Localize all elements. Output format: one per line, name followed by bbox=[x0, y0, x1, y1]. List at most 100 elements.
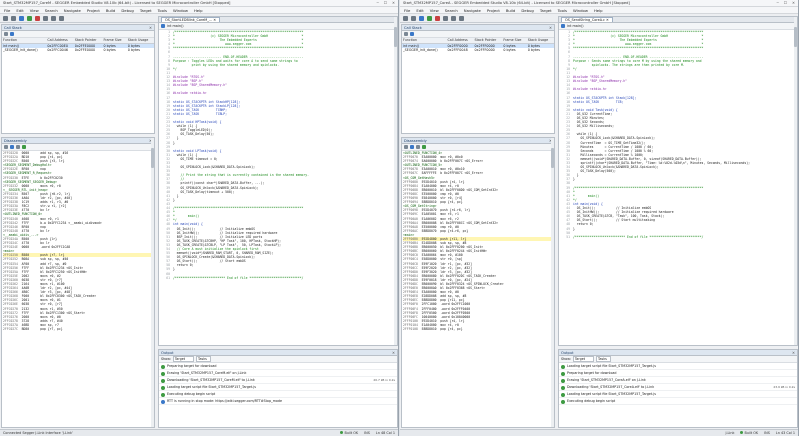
show-dropdown[interactable]: Target bbox=[572, 356, 595, 362]
filter-icon[interactable] bbox=[4, 145, 8, 149]
disassembly-line[interactable]: 2FFC027C BD80 pop {r7, pc} bbox=[3, 327, 154, 331]
connection-status[interactable]: Connected Segger J-Link Interface ‘J-Lin… bbox=[3, 431, 73, 435]
close-icon[interactable]: ✕ bbox=[392, 1, 395, 5]
refresh-icon[interactable] bbox=[10, 32, 14, 36]
menu-project[interactable]: Project bbox=[87, 8, 100, 13]
output-entry[interactable]: Downloading 'Start_STM32MP157_CoreA.elf'… bbox=[559, 384, 797, 391]
connection-status[interactable]: J-Link bbox=[725, 431, 734, 435]
go-icon[interactable] bbox=[27, 15, 32, 21]
output-entry[interactable]: Preparing target for download Completed bbox=[559, 370, 797, 377]
vertical-scrollbar[interactable] bbox=[551, 138, 554, 427]
step-into-icon[interactable] bbox=[43, 15, 48, 21]
new-file-icon[interactable] bbox=[3, 15, 8, 21]
output-entry[interactable]: Executing debug begin script Completed bbox=[159, 391, 397, 398]
output-entry[interactable]: Loading target script file Start_STM32MP… bbox=[559, 363, 797, 370]
menu-file[interactable]: File bbox=[404, 8, 410, 13]
settings-icon[interactable] bbox=[4, 32, 8, 36]
vertical-scrollbar[interactable] bbox=[151, 138, 154, 427]
new-file-icon[interactable] bbox=[403, 15, 408, 21]
minimize-icon[interactable]: ─ bbox=[777, 1, 779, 5]
go-icon[interactable] bbox=[427, 15, 432, 21]
output-entry[interactable]: RTT is running in stop mode: https://wik… bbox=[159, 398, 397, 405]
menu-window[interactable]: Window bbox=[573, 8, 588, 13]
step-out-icon[interactable] bbox=[59, 15, 64, 21]
menu-search[interactable]: Search bbox=[45, 8, 58, 13]
vertical-scrollbar[interactable] bbox=[394, 17, 397, 345]
menu-project[interactable]: Project bbox=[487, 8, 500, 13]
close-icon[interactable]: ✕ bbox=[792, 1, 795, 5]
code-line[interactable]: 51/*************************** End of fi… bbox=[559, 235, 797, 239]
scope-selector[interactable]: int main() bbox=[167, 24, 184, 28]
label-mode-icon[interactable] bbox=[416, 145, 420, 149]
open-file-icon[interactable] bbox=[411, 15, 416, 21]
menu-navigate[interactable]: Navigate bbox=[64, 8, 81, 13]
menu-search[interactable]: Search bbox=[445, 8, 458, 13]
menu-debug[interactable]: Debug bbox=[521, 8, 534, 13]
scope-selector[interactable]: int main() bbox=[567, 24, 584, 28]
output-entry[interactable]: Downloading 'Start_STM32MP157_CoreM.elf'… bbox=[159, 377, 397, 384]
menu-build[interactable]: Build bbox=[506, 8, 516, 13]
close-icon[interactable]: ✕ bbox=[792, 351, 797, 355]
filter-icon[interactable] bbox=[404, 145, 408, 149]
close-icon[interactable]: ✕ bbox=[392, 351, 397, 355]
table-row[interactable]: _SEGGER_init_done() 0x2FFC0046 0x2FFE000… bbox=[2, 48, 154, 53]
table-row[interactable]: _SEGGER_init_done() 0x2FFF0048 0x2FFF000… bbox=[402, 48, 554, 53]
source-code[interactable]: 1/**************************************… bbox=[559, 30, 797, 239]
disassembly-listing[interactable]: 2FFC0228 0000 add sp, sp, #16 2FFC022A BD… bbox=[2, 151, 154, 331]
minimize-icon[interactable]: ─ bbox=[377, 1, 379, 5]
menu-tools[interactable]: Tools bbox=[558, 8, 567, 13]
scrollbar-thumb[interactable] bbox=[394, 27, 397, 47]
step-into-icon[interactable] bbox=[443, 15, 448, 21]
code-line[interactable]: 61/*************************** End of fi… bbox=[159, 276, 397, 280]
output-entry[interactable]: Loading target script file Start_STM32MP… bbox=[159, 384, 397, 391]
disassembly-listing[interactable]: <OUTLINED_FUNCTION_4> 2FFF0070 E3A00000 m… bbox=[402, 151, 554, 331]
output-entry[interactable]: Preparing target for download Completed bbox=[159, 363, 397, 370]
menu-edit[interactable]: Edit bbox=[416, 8, 423, 13]
save-icon[interactable] bbox=[19, 15, 24, 21]
locate-pc-icon[interactable] bbox=[22, 145, 26, 149]
step-out-icon[interactable] bbox=[459, 15, 464, 21]
output-entry[interactable]: Erasing 'Start_STM32MP157_CoreM.elf' on … bbox=[159, 370, 397, 377]
scrollbar-thumb[interactable] bbox=[151, 148, 154, 168]
menu-tools[interactable]: Tools bbox=[158, 8, 167, 13]
scrollbar-thumb[interactable] bbox=[794, 27, 797, 47]
tasks-dropdown[interactable]: Tasks bbox=[596, 356, 611, 362]
maximize-icon[interactable]: ☐ bbox=[384, 1, 387, 5]
vertical-scrollbar[interactable] bbox=[794, 17, 797, 345]
menu-build[interactable]: Build bbox=[106, 8, 116, 13]
menu-help[interactable]: Help bbox=[594, 8, 603, 13]
editor-tab[interactable]: OS_StartLEDBlink_CoreM_... ✕ bbox=[161, 17, 221, 22]
menu-navigate[interactable]: Navigate bbox=[464, 8, 481, 13]
scrollbar-thumb[interactable] bbox=[551, 148, 554, 168]
build-status[interactable]: Built OK bbox=[740, 431, 758, 435]
menu-help[interactable]: Help bbox=[194, 8, 203, 13]
output-entry[interactable]: Loading target script file Start_STM32MP… bbox=[559, 391, 797, 398]
maximize-icon[interactable]: ☐ bbox=[784, 1, 787, 5]
menu-view[interactable]: View bbox=[430, 8, 439, 13]
source-mode-icon[interactable] bbox=[410, 145, 414, 149]
tasks-dropdown[interactable]: Tasks bbox=[196, 356, 211, 362]
settings-icon[interactable] bbox=[404, 32, 408, 36]
stop-icon[interactable] bbox=[435, 15, 440, 21]
step-over-icon[interactable] bbox=[51, 15, 56, 21]
label-mode-icon[interactable] bbox=[16, 145, 20, 149]
refresh-icon[interactable] bbox=[410, 32, 414, 36]
build-status[interactable]: Built OK bbox=[340, 431, 358, 435]
menu-window[interactable]: Window bbox=[173, 8, 188, 13]
menu-debug[interactable]: Debug bbox=[121, 8, 134, 13]
menu-target[interactable]: Target bbox=[540, 8, 552, 13]
open-file-icon[interactable] bbox=[11, 15, 16, 21]
output-entry[interactable]: Erasing 'Start_STM32MP157_CoreA.elf' on … bbox=[559, 377, 797, 384]
locate-pc-icon[interactable] bbox=[422, 145, 426, 149]
close-icon[interactable]: ✕ bbox=[549, 26, 554, 30]
source-code[interactable]: 1/**************************************… bbox=[159, 30, 397, 280]
close-icon[interactable]: ✕ bbox=[149, 26, 154, 30]
show-dropdown[interactable]: Target bbox=[172, 356, 195, 362]
menu-edit[interactable]: Edit bbox=[16, 8, 23, 13]
stop-icon[interactable] bbox=[35, 15, 40, 21]
step-over-icon[interactable] bbox=[451, 15, 456, 21]
disassembly-line[interactable]: 2FFF0108 E8BD8010 pop {r4, pc} bbox=[403, 327, 554, 331]
output-entry[interactable]: Executing debug begin script Completed bbox=[559, 398, 797, 405]
menu-file[interactable]: File bbox=[4, 8, 10, 13]
menu-view[interactable]: View bbox=[30, 8, 39, 13]
